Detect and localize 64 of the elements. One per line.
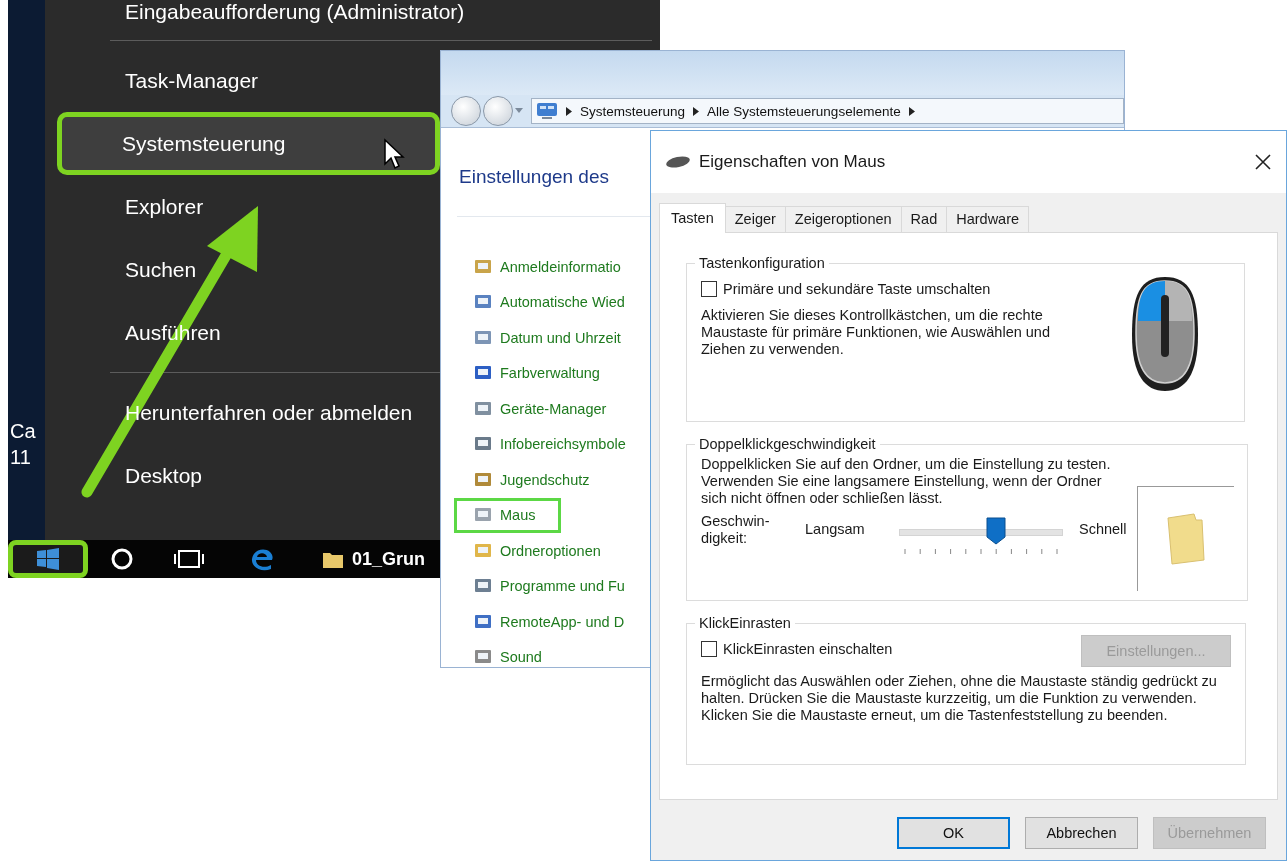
description-text: Doppelklicken Sie auf den Ordner, um die Einstellung zu testen. Verwenden Sie eine langsamere Einstellung, wenn der Ordner sich nicht öffnen oder schließen lässt. <box>701 456 1112 507</box>
windows-logo-icon <box>37 548 59 570</box>
start-button[interactable] <box>8 540 88 578</box>
fast-label: Schnell <box>1079 521 1127 537</box>
control-panel-item[interactable]: Datum und Uhrzeit <box>454 320 647 356</box>
task-view-icon <box>174 548 204 570</box>
chevron-right-icon <box>693 106 700 116</box>
control-panel-item[interactable]: Maus <box>454 497 561 533</box>
control-panel-item[interactable]: Ordneroptionen <box>454 533 627 569</box>
description-text: Aktivieren Sie dieses Kontrollkästchen, um die rechte Maustaste für primäre Funktionen, wie Auswählen und Ziehen zu verwenden. <box>701 307 1051 358</box>
control-panel-icon <box>536 102 558 120</box>
checkbox[interactable] <box>701 281 717 297</box>
group-title: Tastenkonfiguration <box>698 255 826 271</box>
close-icon[interactable] <box>1254 153 1272 171</box>
dropdown-arrow-icon <box>515 108 523 114</box>
applet-icon <box>474 470 492 489</box>
browser-icon <box>250 547 276 571</box>
window-title: Eigenschaften von Maus <box>699 152 887 172</box>
slider-thumb[interactable] <box>985 517 1006 545</box>
description-text: Ermöglicht das Auswählen oder Ziehen, ohne die Maustaste ständig gedrückt zu halten. Drücken Sie die Maustaste kurzzeitig, um die Funktion zu verwenden. Klicken Sie die Maustaste erneut, um die Tastenfeststellung zu beenden. <box>701 673 1218 724</box>
slow-label: Langsam <box>805 521 866 537</box>
address-field[interactable]: Systemsteuerung Alle Systemsteuerungselemente <box>531 98 1124 124</box>
group-title: Doppelklickgeschwindigkeit <box>698 436 877 452</box>
chevron-right-icon <box>908 106 915 116</box>
group-title: KlickEinrasten <box>698 615 792 631</box>
control-panel-item[interactable]: RemoteApp- und D <box>454 604 651 640</box>
breadcrumb-item[interactable]: Systemsteuerung <box>580 103 686 119</box>
applet-icon <box>474 257 492 276</box>
chevron-right-icon <box>566 106 572 116</box>
applet-icon <box>474 612 492 631</box>
tab[interactable]: Hardware <box>946 206 1030 232</box>
checkbox-label[interactable]: KlickEinrasten einschalten <box>723 641 893 657</box>
menu-item[interactable]: Systemsteuerung <box>57 112 440 175</box>
control-panel-item[interactable]: Infobereichsymbole <box>454 426 652 462</box>
desktop-label: 11 <box>10 446 31 469</box>
breadcrumb-item[interactable]: Alle Systemsteuerungselemente <box>707 103 901 119</box>
speed-label: Geschwin- digkeit: <box>701 513 771 547</box>
applet-icon <box>474 541 492 560</box>
control-panel-item[interactable]: Jugendschutz <box>454 462 616 498</box>
menu-item[interactable]: Task-Manager <box>55 49 440 112</box>
menu-item[interactable]: Eingabeaufforderung (Administrator) <box>55 0 525 32</box>
control-panel-item[interactable]: Sound <box>454 639 568 667</box>
dialog-button[interactable]: OK <box>897 817 1010 849</box>
mouse-icon <box>665 155 691 169</box>
control-panel-item[interactable]: Anmeldeinformatio <box>454 249 647 285</box>
speed-slider[interactable] <box>899 517 1063 557</box>
desktop-label: Ca <box>10 420 36 443</box>
taskbar-window-label[interactable]: 01_Grun <box>352 548 426 570</box>
menu-item[interactable]: Explorer <box>55 175 440 238</box>
control-panel-item[interactable]: Geräte-Manager <box>454 391 633 427</box>
menu-item[interactable]: Desktop <box>55 444 440 507</box>
pane-heading: Einstellungen des <box>459 166 610 188</box>
circle-icon <box>110 547 134 571</box>
applet-icon <box>474 328 492 347</box>
checkbox[interactable] <box>701 641 717 657</box>
menu-item[interactable]: Suchen <box>55 238 440 301</box>
mouse-cursor-icon <box>383 138 405 170</box>
control-panel-item[interactable]: Farbverwaltung <box>454 355 626 391</box>
tab[interactable]: Tasten <box>659 203 726 233</box>
control-panel-item[interactable]: Automatische Wied <box>454 284 651 320</box>
checkbox-label[interactable]: Primäre und sekundäre Taste umschalten <box>723 281 991 297</box>
applet-icon <box>474 399 492 418</box>
dialog-button[interactable]: Abbrechen <box>1025 817 1138 849</box>
control-panel-item[interactable]: Programme und Fu <box>454 568 651 604</box>
